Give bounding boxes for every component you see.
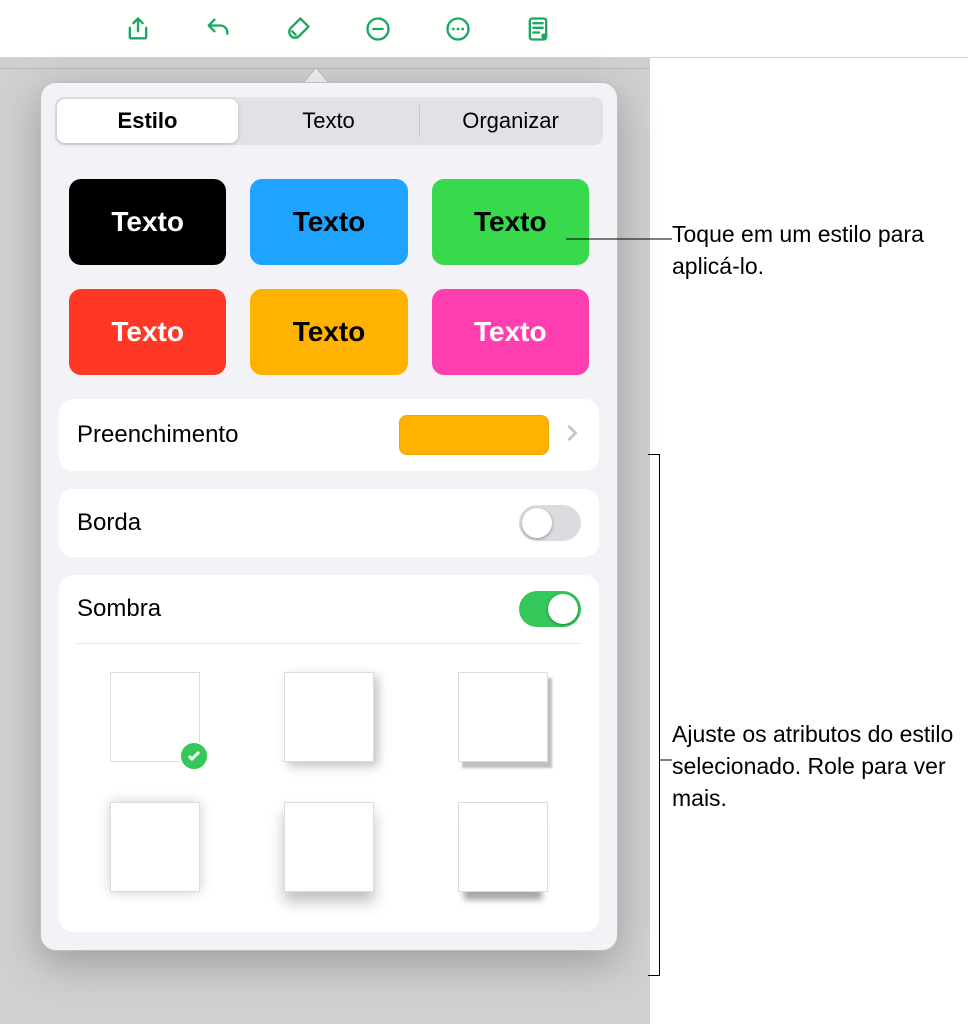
border-card: Borda [59, 489, 599, 557]
shadow-option-3[interactable] [458, 672, 548, 762]
shadow-label: Sombra [77, 595, 161, 623]
shadow-options-grid [59, 644, 599, 932]
shadow-card: Sombra [59, 575, 599, 932]
format-brush-icon[interactable] [282, 13, 314, 45]
tab-arrange[interactable]: Organizar [420, 99, 601, 143]
shadow-option-4[interactable] [110, 802, 200, 892]
chevron-right-icon [563, 421, 581, 449]
style-preset-pink[interactable]: Texto [432, 289, 589, 375]
shadow-option-5[interactable] [284, 802, 374, 892]
shadow-option-1[interactable] [110, 672, 200, 762]
fill-label: Preenchimento [77, 421, 238, 449]
app-toolbar [0, 0, 968, 58]
style-preset-red[interactable]: Texto [69, 289, 226, 375]
border-toggle[interactable] [519, 505, 581, 541]
border-row: Borda [59, 489, 599, 557]
document-view-icon[interactable] [522, 13, 554, 45]
border-label: Borda [77, 509, 141, 537]
shadow-toggle[interactable] [519, 591, 581, 627]
style-presets-grid: Texto Texto Texto Texto Texto Texto [41, 155, 617, 399]
style-preset-green[interactable]: Texto [432, 179, 589, 265]
undo-icon[interactable] [202, 13, 234, 45]
callout-adjust: Ajuste os atributos do estilo selecionad… [672, 718, 962, 815]
style-preset-blue[interactable]: Texto [250, 179, 407, 265]
comment-icon[interactable] [362, 13, 394, 45]
segmented-control: Estilo Texto Organizar [55, 97, 603, 145]
tab-style[interactable]: Estilo [57, 99, 238, 143]
callout-bracket [648, 454, 660, 976]
fill-color-swatch[interactable] [399, 415, 549, 455]
tab-text[interactable]: Texto [238, 99, 419, 143]
shadow-option-6[interactable] [458, 802, 548, 892]
shadow-option-2[interactable] [284, 672, 374, 762]
fill-row[interactable]: Preenchimento [59, 399, 599, 471]
format-popover: Estilo Texto Organizar Texto Texto Texto… [40, 82, 618, 951]
checkmark-icon [179, 741, 209, 771]
share-icon[interactable] [122, 13, 154, 45]
callout-tap-style: Toque em um estilo para aplicá-lo. [672, 218, 952, 282]
style-preset-black[interactable]: Texto [69, 179, 226, 265]
more-icon[interactable] [442, 13, 474, 45]
style-preset-orange[interactable]: Texto [250, 289, 407, 375]
fill-card: Preenchimento [59, 399, 599, 471]
shadow-row: Sombra [59, 575, 599, 643]
